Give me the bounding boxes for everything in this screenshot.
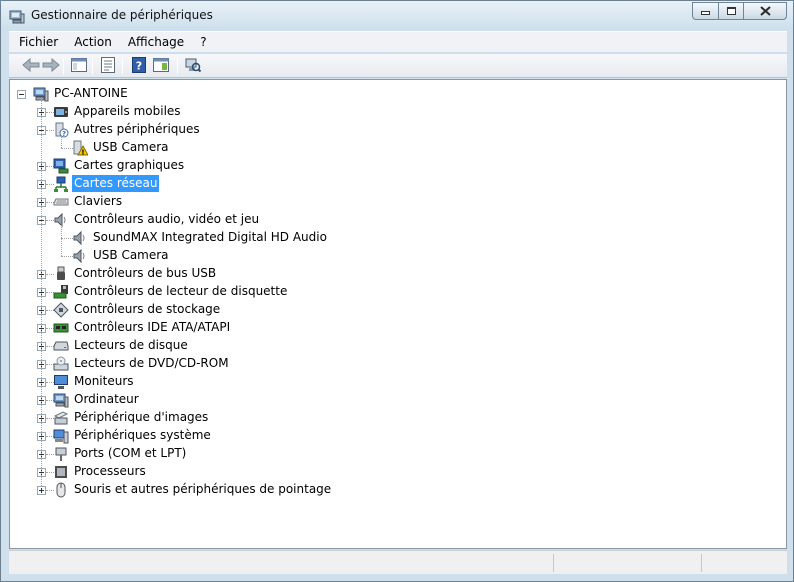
ide-controller-icon [53, 320, 69, 336]
menu-affichage[interactable]: Affichage [122, 35, 190, 49]
speaker-icon [72, 230, 88, 246]
tree-device-usb-camera[interactable]: USB Camera [91, 139, 171, 156]
monitor-icon [53, 374, 69, 390]
tree-category-lecteurs-de-disque[interactable]: Lecteurs de disque [72, 337, 190, 354]
device-tree[interactable]: PC-ANTOINE Appareils mobiles? Autres périp… [9, 79, 787, 549]
properties-icon [101, 56, 115, 76]
forward-icon [42, 57, 60, 75]
properties-button[interactable] [98, 56, 118, 76]
tree-category-controleurs-audio-video-et-jeu[interactable]: Contrôleurs audio, vidéo et jeu [72, 211, 261, 228]
maximize-button[interactable] [718, 2, 743, 20]
toolbar-separator [63, 58, 64, 74]
warning-device-icon: ! [72, 140, 89, 157]
speaker-icon [72, 248, 88, 264]
close-button[interactable] [743, 2, 787, 20]
tree-category-claviers[interactable]: Claviers [72, 193, 124, 210]
tree-category-processeurs[interactable]: Processeurs [72, 463, 148, 480]
tree-category-souris-et-autres-peripheriques-de-pointage[interactable]: Souris et autres périphériques de pointa… [72, 481, 333, 498]
mobile-device-icon [53, 104, 69, 120]
menu-fichier[interactable]: Fichier [13, 35, 64, 49]
svg-text:?: ? [136, 59, 142, 72]
tree-category-cartes-reseau[interactable]: Cartes réseau [72, 175, 160, 192]
status-divider [701, 554, 702, 572]
title-bar[interactable]: Gestionnaire de périphériques [1, 1, 793, 30]
tree-category-controleurs-de-stockage[interactable]: Contrôleurs de stockage [72, 301, 222, 318]
show-hide-console-tree-button[interactable] [69, 57, 89, 75]
tree-category-autres-peripheriques[interactable]: Autres périphériques [72, 121, 202, 138]
tree-connector [61, 135, 62, 148]
tree-connector [41, 99, 42, 486]
mouse-icon [53, 482, 69, 498]
tree-category-appareils-mobiles[interactable]: Appareils mobiles [72, 103, 183, 120]
network-adapter-icon [53, 176, 69, 192]
display-adapter-icon [53, 158, 69, 174]
tree-category-controleurs-de-bus-usb[interactable]: Contrôleurs de bus USB [72, 265, 218, 282]
window-title: Gestionnaire de périphériques [31, 8, 213, 22]
scan-hardware-icon [185, 57, 202, 76]
toolbar: ? [9, 53, 787, 78]
tree-category-ports-com-et-lpt[interactable]: Ports (COM et LPT) [72, 445, 188, 462]
device-manager-window: Gestionnaire de périphériques Fichier Act… [0, 0, 794, 582]
show-hide-console-tree-icon [71, 57, 87, 75]
close-icon [759, 6, 771, 16]
disk-drive-icon [53, 338, 69, 354]
status-bar [9, 550, 787, 574]
tree-category-cartes-graphiques[interactable]: Cartes graphiques [72, 157, 186, 174]
tree-category-peripheriques-systeme[interactable]: Périphériques système [72, 427, 213, 444]
tree-category-moniteurs[interactable]: Moniteurs [72, 373, 136, 390]
help-button[interactable]: ? [129, 56, 149, 76]
expand-icon[interactable] [37, 486, 46, 495]
svg-text:!: ! [81, 149, 84, 157]
minimize-button[interactable] [692, 2, 718, 20]
tree-device-soundmax-integrated-digital-hd-audio[interactable]: SoundMAX Integrated Digital HD Audio [91, 229, 329, 246]
imaging-device-icon [53, 410, 69, 426]
usb-icon [53, 266, 69, 282]
menu-bar: Fichier Action Affichage? [9, 31, 787, 52]
collapse-icon[interactable] [17, 90, 26, 99]
forward-button[interactable] [41, 57, 61, 75]
tree-category-ordinateur[interactable]: Ordinateur [72, 391, 141, 408]
view-icon [153, 57, 169, 75]
device-manager-icon [9, 10, 25, 24]
menu-help[interactable]: ? [194, 35, 212, 49]
system-device-icon [53, 428, 69, 444]
toolbar-separator [177, 58, 178, 74]
status-divider [553, 554, 554, 572]
help-icon: ? [132, 56, 146, 76]
tree-connector [61, 225, 62, 256]
back-button[interactable] [21, 57, 41, 75]
tree-root-pc[interactable]: PC-ANTOINE [52, 85, 130, 102]
minimize-icon [701, 11, 710, 15]
view-button[interactable] [151, 57, 171, 75]
menu-action[interactable]: Action [68, 35, 118, 49]
storage-controller-icon [53, 302, 69, 318]
svg-text:?: ? [62, 130, 66, 138]
tree-category-peripherique-d-images[interactable]: Périphérique d'images [72, 409, 210, 426]
tree-category-controleurs-ide-ata-atapi[interactable]: Contrôleurs IDE ATA/ATAPI [72, 319, 232, 336]
dvd-drive-icon [53, 356, 69, 372]
processor-icon [53, 464, 69, 480]
toolbar-separator [92, 58, 93, 74]
tree-category-controleurs-de-lecteur-de-disquette[interactable]: Contrôleurs de lecteur de disquette [72, 283, 289, 300]
back-icon [22, 57, 40, 75]
computer-icon [53, 392, 69, 408]
scan-hardware-button[interactable] [183, 57, 203, 75]
maximize-icon [726, 7, 736, 15]
keyboard-icon [53, 194, 69, 210]
tree-device-usb-camera[interactable]: USB Camera [91, 247, 171, 264]
floppy-controller-icon [53, 284, 69, 300]
port-icon [53, 446, 69, 462]
tree-category-lecteurs-de-dvd-cd-rom[interactable]: Lecteurs de DVD/CD-ROM [72, 355, 231, 372]
toolbar-separator [122, 58, 123, 74]
